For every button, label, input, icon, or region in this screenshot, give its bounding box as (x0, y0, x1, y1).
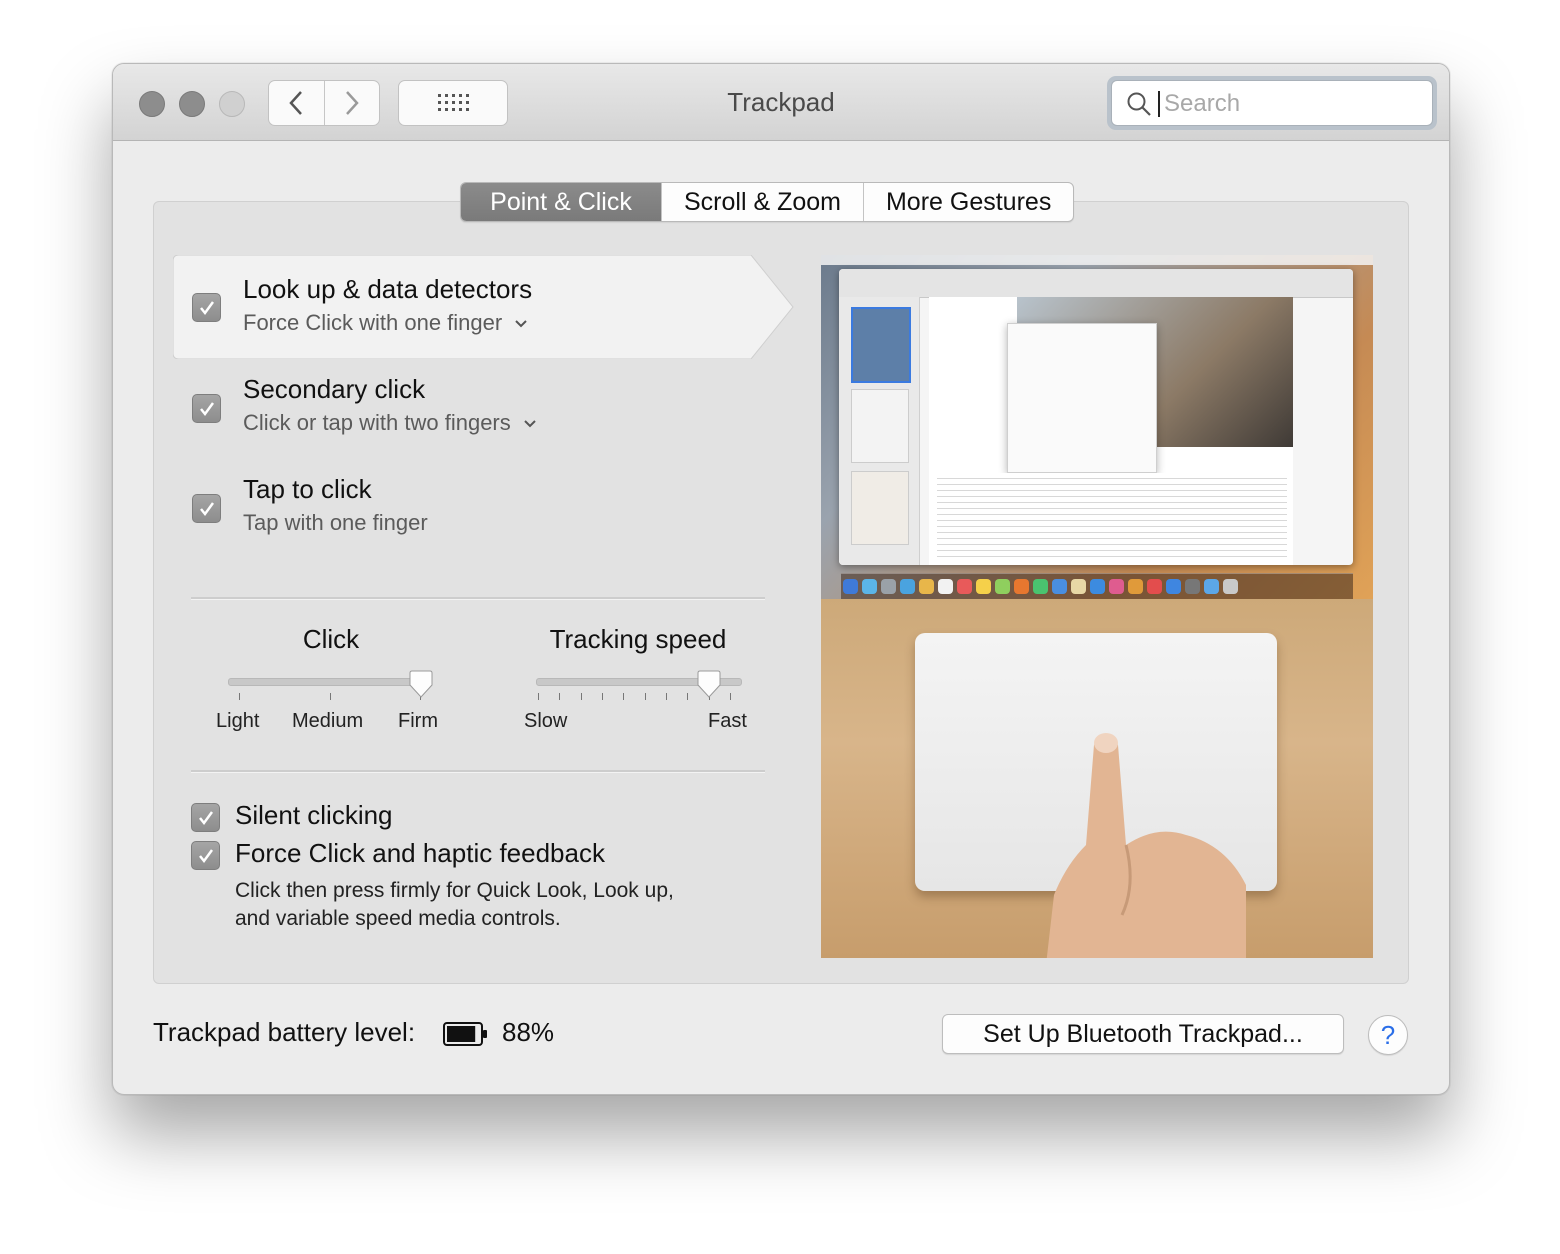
slider-tick (687, 693, 689, 700)
checkmark-icon (199, 300, 214, 315)
search-input[interactable] (1162, 86, 1416, 122)
feature-option-label: Click or tap with two fingers (243, 410, 511, 435)
search-field[interactable] (1111, 80, 1433, 126)
tracking-label-fast: Fast (708, 710, 747, 732)
help-button[interactable]: ? (1368, 1015, 1408, 1055)
tap-to-click-checkbox[interactable] (192, 494, 221, 523)
setup-bluetooth-trackpad-button[interactable]: Set Up Bluetooth Trackpad... (942, 1014, 1344, 1054)
chevron-down-icon (515, 320, 528, 328)
search-focus-ring (1107, 76, 1437, 130)
tracking-slider-knob[interactable] (697, 670, 721, 698)
chevron-down-icon (524, 420, 536, 428)
feature-title: Secondary click (243, 374, 426, 404)
force-click-checkbox[interactable] (191, 841, 220, 870)
feature-option-label: Force Click with one finger (243, 310, 503, 335)
tracking-slider-title: Tracking speed (549, 624, 727, 654)
tab-point-and-click[interactable]: Point & Click (461, 183, 661, 221)
force-click-description-line1: Click then press firmly for Quick Look, … (235, 879, 674, 902)
tab-scroll-and-zoom[interactable]: Scroll & Zoom (661, 183, 863, 221)
feature-tap-to-click[interactable]: Tap to click Tap with one finger (173, 462, 793, 567)
checkmark-icon (199, 401, 214, 416)
slider-tick (580, 693, 582, 700)
click-slider-title: Click (302, 624, 360, 654)
secondary-click-checkbox[interactable] (192, 394, 221, 423)
preview-desktop (821, 255, 1373, 600)
battery-percent: 88% (502, 1017, 555, 1047)
slider-tick (730, 693, 731, 700)
preferences-window: Trackpad Point & Click Scroll & Zoom Mor… (112, 63, 1450, 1095)
preview-dock (841, 573, 1353, 600)
text-cursor (1158, 91, 1160, 117)
slider-tick (602, 693, 603, 700)
tab-more-gestures[interactable]: More Gestures (862, 183, 1073, 221)
slider-tick (239, 693, 240, 700)
feature-option-popup[interactable]: Force Click with one finger (243, 310, 528, 336)
feature-title: Look up & data detectors (243, 274, 533, 304)
slider-tick (623, 693, 625, 700)
selection-highlight (173, 255, 794, 359)
feature-subtitle: Tap with one finger (243, 510, 428, 535)
checkmark-icon (198, 810, 213, 825)
click-slider-track[interactable] (228, 678, 432, 686)
tracking-label-slow: Slow (524, 710, 568, 732)
divider (191, 770, 765, 773)
silent-clicking-checkbox[interactable] (191, 803, 220, 832)
checkmark-icon (199, 501, 214, 516)
click-label-firm: Firm (398, 710, 438, 732)
divider (191, 597, 765, 600)
gesture-preview-video (821, 255, 1373, 958)
feature-option-popup[interactable]: Click or tap with two fingers (243, 410, 537, 436)
feature-look-up[interactable]: Look up & data detectors Force Click wit… (173, 255, 795, 359)
look-up-checkbox[interactable] (192, 293, 221, 322)
force-click-label[interactable]: Force Click and haptic feedback (235, 838, 605, 869)
feature-title: Tap to click (243, 474, 372, 504)
tab-bar: Point & Click Scroll & Zoom More Gesture… (460, 182, 1075, 222)
titlebar: Trackpad (113, 64, 1449, 141)
slider-tick (666, 693, 667, 700)
silent-clicking-label[interactable]: Silent clicking (235, 800, 393, 831)
preview-trackpad-scene (821, 599, 1373, 958)
click-slider-knob[interactable] (409, 670, 433, 698)
slider-tick (538, 693, 539, 700)
slider-tick (559, 693, 561, 700)
battery-level-label: Trackpad battery level: (153, 1017, 416, 1047)
finger-illustration (1046, 733, 1246, 958)
preview-document-window (839, 269, 1353, 565)
feature-secondary-click[interactable]: Secondary click Click or tap with two fi… (173, 362, 793, 467)
force-click-description: Click then press firmly for Quick Look, … (235, 877, 674, 933)
force-click-description-line2: and variable speed media controls. (235, 907, 561, 930)
click-label-light: Light (216, 710, 260, 732)
slider-tick (644, 693, 646, 700)
slider-tick (330, 693, 331, 700)
click-label-medium: Medium (292, 710, 364, 732)
battery-icon (443, 1022, 487, 1046)
preview-menubar (821, 255, 1373, 265)
checkmark-icon (198, 848, 213, 863)
search-icon (1127, 92, 1151, 116)
